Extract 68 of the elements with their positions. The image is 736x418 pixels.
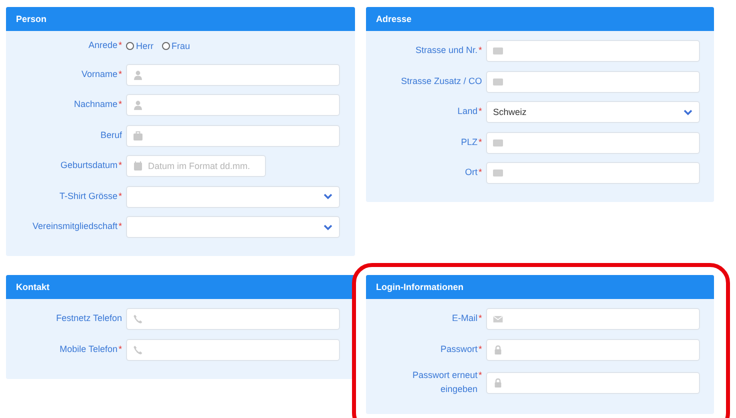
required-mark: * [118, 344, 122, 354]
required-mark: * [118, 160, 122, 170]
required-mark: * [478, 167, 482, 178]
briefcase-icon [133, 130, 143, 140]
lock-icon [493, 344, 503, 354]
required-mark: * [478, 344, 482, 354]
input-field[interactable] [486, 372, 700, 394]
person-icon [133, 100, 143, 110]
chevron-down-icon [683, 108, 693, 116]
field-label: T-Shirt Grösse [59, 190, 118, 203]
field-label: Strasse Zusatz / CO [400, 74, 482, 88]
required-mark: * [118, 68, 122, 79]
field-label: Nachname [74, 98, 118, 112]
input-field[interactable] [126, 94, 340, 116]
id-card-icon [493, 168, 503, 178]
field-label: Land [457, 105, 478, 118]
panel-title: Kontakt [16, 282, 50, 292]
input-field[interactable] [486, 338, 700, 360]
input-field[interactable] [126, 338, 340, 360]
field-label: Festnetz Telefon [56, 312, 122, 326]
panel-title: Login-Informationen [376, 282, 464, 292]
panel-title: Adresse [376, 14, 412, 24]
phone-icon [133, 314, 143, 324]
chevron-down-icon [323, 224, 333, 230]
field-label: Passwort erneut eingeben [411, 369, 478, 396]
id-card-icon [493, 138, 503, 148]
required-mark: * [478, 370, 482, 380]
lock-icon [493, 378, 503, 388]
envelope-icon [493, 314, 503, 324]
person-icon [133, 70, 143, 80]
required-mark: * [118, 99, 122, 110]
required-mark: * [118, 221, 122, 232]
radio-option[interactable]: Frau [162, 41, 190, 51]
input-field[interactable] [486, 40, 700, 62]
id-card-icon [493, 46, 503, 56]
dropdown[interactable]: Schweiz [486, 101, 700, 123]
input-field[interactable] [126, 124, 340, 146]
required-mark: * [478, 313, 482, 324]
field-label: PLZ [460, 136, 478, 149]
required-mark: * [118, 190, 122, 201]
field-label: Strasse und Nr. [415, 44, 478, 58]
input-field[interactable] [486, 162, 700, 184]
input-field[interactable] [126, 64, 340, 86]
field-label: Ort [464, 166, 478, 180]
field-label: Geburtsdatum [60, 159, 118, 172]
input-field[interactable] [126, 308, 340, 330]
panel-title: Person [16, 14, 47, 24]
input-field[interactable] [486, 70, 700, 92]
field-label: Mobile Telefon [60, 342, 118, 356]
phone-icon [133, 344, 143, 354]
input-field[interactable] [486, 308, 700, 330]
required-mark: * [478, 136, 482, 147]
field-label: Passwort [440, 342, 478, 356]
radio-option[interactable]: Herr [126, 41, 154, 51]
dropdown[interactable] [126, 216, 340, 238]
field-label: Beruf [100, 128, 122, 142]
required-mark: * [478, 45, 482, 56]
id-card-icon [493, 76, 503, 86]
date-field[interactable]: Datum im Format dd.mm. [126, 155, 266, 177]
input-field[interactable] [486, 132, 700, 154]
field-label: E-Mail [452, 312, 478, 326]
dropdown[interactable] [126, 186, 340, 208]
chevron-down-icon [323, 193, 333, 200]
required-mark: * [478, 106, 482, 116]
field-label: Vereinsmitgliedschaft [32, 220, 118, 234]
field-label: Vorname [81, 68, 118, 81]
required-mark: * [118, 40, 122, 50]
field-label: Anrede [88, 39, 118, 52]
